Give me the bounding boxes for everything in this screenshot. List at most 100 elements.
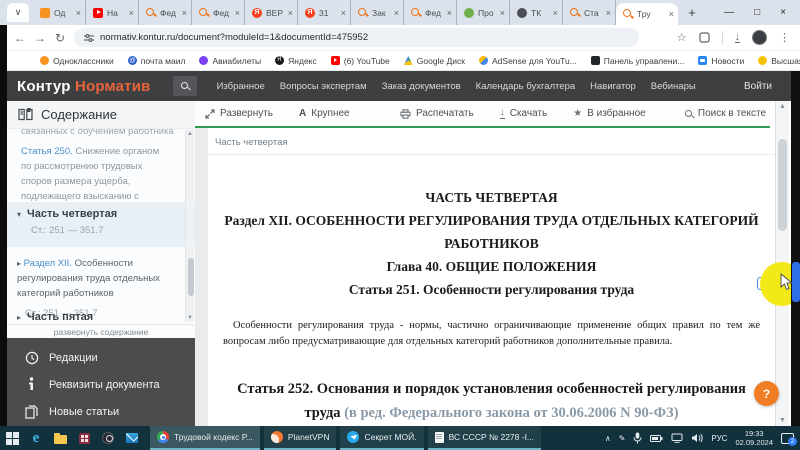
forward-icon[interactable]: → — [30, 31, 50, 45]
bookmark[interactable]: Авиабилеты — [199, 56, 261, 66]
bookmark[interactable]: Высшая квалифика... — [758, 56, 800, 66]
tab-close-icon[interactable]: × — [288, 8, 293, 18]
search-in-text-button[interactable]: Поиск в тексте — [684, 108, 766, 119]
bookmark[interactable]: почта маил — [127, 56, 185, 66]
tab-close-icon[interactable]: × — [394, 8, 399, 18]
tab-close-icon[interactable]: × — [553, 8, 558, 18]
tab-close-icon[interactable]: × — [76, 8, 81, 18]
window-close-button[interactable]: × — [780, 7, 786, 18]
tab-search-button[interactable]: ∨ — [7, 3, 29, 22]
back-icon[interactable]: ← — [10, 31, 30, 45]
browser-tab[interactable]: Зак × — [351, 0, 404, 25]
tab-close-icon[interactable]: × — [182, 8, 187, 18]
window-maximize-button[interactable]: □ — [754, 7, 760, 18]
nav-document-order[interactable]: Заказ документов — [382, 81, 461, 92]
taskbar-task-document[interactable]: ВС СССР № 2278 -I... — [427, 426, 542, 450]
document-scrollbar-thumb[interactable] — [778, 139, 787, 231]
url-field[interactable]: normativ.kontur.ru/document?moduleId=1&d… — [74, 28, 639, 47]
language-indicator[interactable]: РУС — [711, 434, 727, 443]
caret-right-icon[interactable]: ▸ — [17, 313, 21, 322]
scroll-up-icon[interactable]: ▲ — [187, 131, 193, 137]
bookmark[interactable]: Панель управлени... — [590, 56, 684, 66]
pen-icon[interactable]: ✎ — [619, 434, 626, 443]
sidebar-item-new-articles[interactable]: Новые статьи — [7, 398, 195, 425]
caret-right-icon[interactable]: ▸ — [17, 259, 21, 268]
browser-tab[interactable]: 31 × — [298, 0, 351, 25]
battery-icon[interactable] — [650, 434, 664, 443]
browser-menu-icon[interactable]: ⋮ — [779, 31, 790, 44]
downloads-icon[interactable]: ↓ — [734, 32, 740, 43]
bookmark[interactable]: AdSense для YouTu... — [479, 56, 577, 66]
app-tile-icon[interactable] — [72, 426, 96, 450]
bookmark[interactable]: Одноклассники — [40, 56, 114, 66]
print-button[interactable]: Распечатать — [400, 108, 474, 119]
edge-icon[interactable]: e — [24, 426, 48, 450]
nav-favorites[interactable]: Избранное — [217, 81, 265, 92]
start-button[interactable] — [0, 426, 24, 450]
browser-tab[interactable]: Фед × — [192, 0, 245, 25]
expand-contents-link[interactable]: развернуть содержание — [7, 324, 195, 338]
browser-tab[interactable]: На × — [86, 0, 139, 25]
browser-tab-active[interactable]: Тру × — [616, 3, 678, 25]
network-icon[interactable] — [671, 433, 683, 443]
toc-scrollbar[interactable]: ▲ ▼ — [185, 130, 194, 322]
extensions-icon[interactable] — [698, 32, 710, 43]
breadcrumb[interactable]: Часть четвертая — [215, 137, 288, 148]
bookmark[interactable]: Google Диск — [403, 56, 465, 66]
nav-expert-questions[interactable]: Вопросы экспертам — [280, 81, 367, 92]
obs-icon[interactable] — [96, 426, 120, 450]
file-explorer-icon[interactable] — [48, 426, 72, 450]
nav-navigator[interactable]: Навигатор — [590, 81, 636, 92]
browser-tab[interactable]: ТК × — [510, 0, 563, 25]
nav-webinars[interactable]: Вебинары — [651, 81, 696, 92]
scroll-up-icon[interactable]: ▲ — [779, 103, 786, 110]
font-size-button[interactable]: A Крупнее — [299, 108, 350, 119]
caret-down-icon[interactable]: ▾ — [17, 210, 21, 219]
download-button[interactable]: ↓ Скачать — [499, 108, 547, 119]
bookmark[interactable]: Новости — [698, 56, 744, 66]
browser-tab[interactable]: Од × — [33, 0, 86, 25]
tab-close-icon[interactable]: × — [606, 8, 611, 18]
browser-tab[interactable]: Про × — [457, 0, 510, 25]
favorite-button[interactable]: ★ В избранное — [573, 108, 646, 119]
profile-avatar[interactable] — [752, 30, 767, 45]
new-tab-button[interactable]: + — [682, 5, 702, 20]
tab-close-icon[interactable]: × — [669, 9, 674, 19]
taskbar-task-planetvpn[interactable]: PlanetVPN — [263, 426, 337, 450]
taskbar-task-chrome[interactable]: Трудовой кодекс Р... — [150, 426, 260, 450]
toc-part-four-active[interactable]: ▾ Часть четвертая Ст.: 251 — 351.7 — [7, 202, 195, 247]
bookmark[interactable]: (6) YouTube — [330, 56, 390, 66]
sidebar-item-document-details[interactable]: Реквизиты документа — [7, 371, 195, 398]
bookmark-star-icon[interactable]: ☆ — [677, 31, 687, 44]
tab-close-icon[interactable]: × — [341, 8, 346, 18]
browser-tab[interactable]: ВЕР × — [245, 0, 298, 25]
scroll-down-icon[interactable]: ▼ — [779, 417, 786, 424]
scroll-down-icon[interactable]: ▼ — [187, 315, 193, 321]
toc-truncated-item[interactable]: связанных с обучением работника — [21, 129, 174, 137]
tab-close-icon[interactable]: × — [447, 8, 452, 18]
tab-close-icon[interactable]: × — [235, 8, 240, 18]
microphone-icon[interactable] — [633, 432, 642, 444]
browser-tab[interactable]: Ста × — [563, 0, 616, 25]
sidebar-item-editions[interactable]: Редакции — [7, 344, 195, 371]
taskbar-clock[interactable]: 19:33 02.09.2024 — [735, 429, 773, 447]
mail-icon[interactable] — [120, 426, 144, 450]
nav-accountant-calendar[interactable]: Календарь бухгалтера — [476, 81, 576, 92]
browser-tab[interactable]: Фед × — [139, 0, 192, 25]
tab-close-icon[interactable]: × — [129, 8, 134, 18]
article-250-link[interactable]: Статья 250. — [21, 146, 73, 157]
tab-close-icon[interactable]: × — [500, 8, 505, 18]
taskbar-task-telegram[interactable]: Секрет МОЙ. — [340, 426, 424, 450]
tray-chevron-icon[interactable]: ∧ — [605, 434, 611, 443]
kontur-normativ-logo[interactable]: Контур Норматив — [17, 78, 151, 95]
expand-document-button[interactable]: Развернуть — [205, 108, 273, 119]
speaker-icon[interactable] — [691, 433, 704, 443]
window-minimize-button[interactable]: — — [724, 7, 734, 18]
help-button[interactable]: ? — [754, 381, 779, 406]
bookmark[interactable]: Яндекс — [275, 56, 317, 66]
header-search-button[interactable] — [172, 76, 197, 96]
section-12-link[interactable]: Раздел XII. — [24, 258, 72, 269]
browser-tab[interactable]: Фед × — [404, 0, 457, 25]
toc-part-five[interactable]: ▸ Часть пятая — [17, 311, 93, 323]
reload-icon[interactable]: ↻ — [50, 31, 70, 45]
